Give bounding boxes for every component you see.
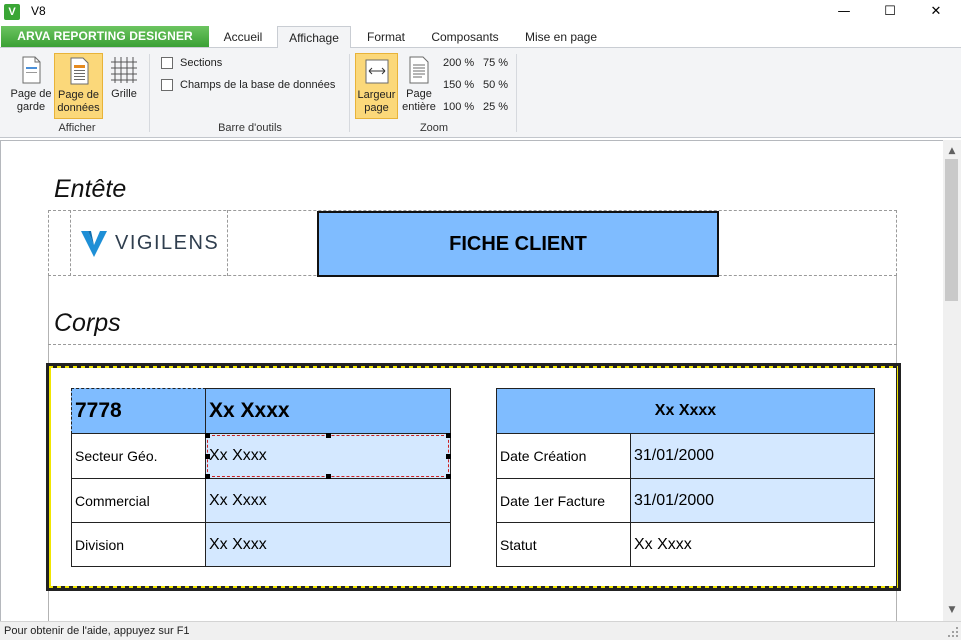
date-premiere-facture-value-cell[interactable]: 31/01/2000 [630,478,875,523]
division-label-cell[interactable]: Division [71,522,206,567]
vigilens-logo[interactable]: VIGILENS [79,227,219,259]
group-afficher-label: Afficher [58,122,96,134]
ribbon-tab-strip: ARVA REPORTING DESIGNER Accueil Affichag… [0,26,961,49]
resize-handle[interactable] [446,474,451,479]
date-creation-value-cell[interactable]: 31/01/2000 [630,433,875,479]
page-entiere-label-2: entière [402,101,436,113]
report-canvas[interactable]: Entête VIGILENS FICHE CLIENT Corps 7778 … [0,140,943,621]
sections-checkbox[interactable] [161,57,173,69]
grid-icon [111,57,137,83]
zoom-50-option[interactable]: 50 % [483,79,508,91]
ribbon-separator [149,54,150,132]
resize-handle[interactable] [326,474,331,479]
page-de-garde-label-1: Page de [10,88,52,100]
zoom-25-option[interactable]: 25 % [483,101,508,113]
fiche-client-title-box[interactable]: FICHE CLIENT [317,211,719,277]
page-de-garde-button[interactable]: Page de garde [8,53,54,119]
page-de-donnees-label-1: Page de [58,89,99,101]
ribbon-panel: Page de garde Page de données Grille Aff… [0,48,961,138]
guide-line [227,210,228,276]
statut-value-cell[interactable]: Xx Xxxx [630,522,875,567]
resize-handle[interactable] [446,433,451,438]
statut-label-cell[interactable]: Statut [496,522,631,567]
selection-outline [207,435,449,477]
app-logo-icon: V [4,4,20,20]
group-barre-outils-label: Barre d'outils [218,122,282,134]
app-menu-tab[interactable]: ARVA REPORTING DESIGNER [1,26,209,47]
status-help-text: Pour obtenir de l'aide, appuyez sur F1 [4,625,190,637]
window-title: V8 [31,4,46,18]
resize-handle[interactable] [205,433,210,438]
largeur-page-label-1: Largeur [357,89,396,101]
zoom-100-option[interactable]: 100 % [443,101,474,113]
guide-line [70,210,71,276]
secteur-geo-label-cell[interactable]: Secteur Géo. [71,433,206,479]
tab-format[interactable]: Format [356,26,416,48]
logo-text: VIGILENS [115,231,220,254]
tab-accueil[interactable]: Accueil [212,26,274,48]
zoom-200-option[interactable]: 200 % [443,57,474,69]
group-zoom-label: Zoom [419,122,449,134]
grille-button[interactable]: Grille [105,53,143,119]
scroll-down-icon[interactable]: ▼ [943,602,961,618]
page-entiere-label-1: Page [406,88,432,100]
resize-handle[interactable] [446,454,451,459]
entete-section-title: Entête [54,175,127,203]
guide-line [48,344,897,345]
resize-grip-icon[interactable] [947,626,959,638]
page-de-garde-label-2: garde [16,101,46,113]
page-de-donnees-label-2: données [57,102,100,114]
vertical-scrollbar[interactable]: ▲ ▼ [943,140,961,621]
tab-affichage[interactable]: Affichage [277,26,351,49]
zoom-150-option[interactable]: 150 % [443,79,474,91]
date-premiere-facture-label-cell[interactable]: Date 1er Facture [496,478,631,523]
ribbon-separator [349,54,350,132]
division-value-cell[interactable]: Xx Xxxx [205,522,451,567]
status-bar: Pour obtenir de l'aide, appuyez sur F1 [0,621,961,640]
right-table-header-cell[interactable]: Xx Xxxx [496,388,875,434]
largeur-page-label-2: page [364,102,389,114]
resize-handle[interactable] [205,474,210,479]
grille-label: Grille [111,88,137,100]
title-bar: V V8 — ☐ ✕ [0,0,961,24]
maximize-button[interactable]: ☐ [867,0,913,24]
page-entiere-button[interactable]: Page entière [399,53,439,119]
resize-handle[interactable] [326,433,331,438]
champs-bdd-checkbox-row[interactable]: Champs de la base de données [161,79,335,91]
sections-checkbox-row[interactable]: Sections [161,57,222,69]
sections-label: Sections [180,57,223,69]
corps-section-title: Corps [54,309,121,337]
resize-handle[interactable] [205,454,210,459]
client-name-cell[interactable]: Xx Xxxx [205,388,451,434]
date-creation-label-cell[interactable]: Date Création [496,433,631,479]
scroll-up-icon[interactable]: ▲ [943,143,961,159]
champs-bdd-checkbox[interactable] [161,79,173,91]
tab-mise-en-page[interactable]: Mise en page [516,26,606,48]
cover-page-icon [22,56,41,84]
zoom-75-option[interactable]: 75 % [483,57,508,69]
champs-bdd-label: Champs de la base de données [180,79,336,91]
close-button[interactable]: ✕ [913,0,959,24]
vigilens-logo-icon [81,231,107,257]
page-width-icon [365,59,388,84]
client-id-cell[interactable]: 7778 [71,388,206,434]
largeur-page-button[interactable]: Largeur page [355,53,398,119]
minimize-button[interactable]: — [821,0,867,24]
page-de-donnees-button[interactable]: Page de données [54,53,103,119]
ribbon-separator [516,54,517,132]
commercial-value-cell[interactable]: Xx Xxxx [205,478,451,523]
commercial-label-cell[interactable]: Commercial [71,478,206,523]
scrollbar-thumb[interactable] [945,159,958,301]
data-page-icon [70,57,88,85]
tab-composants[interactable]: Composants [423,26,507,48]
whole-page-icon [409,56,429,84]
